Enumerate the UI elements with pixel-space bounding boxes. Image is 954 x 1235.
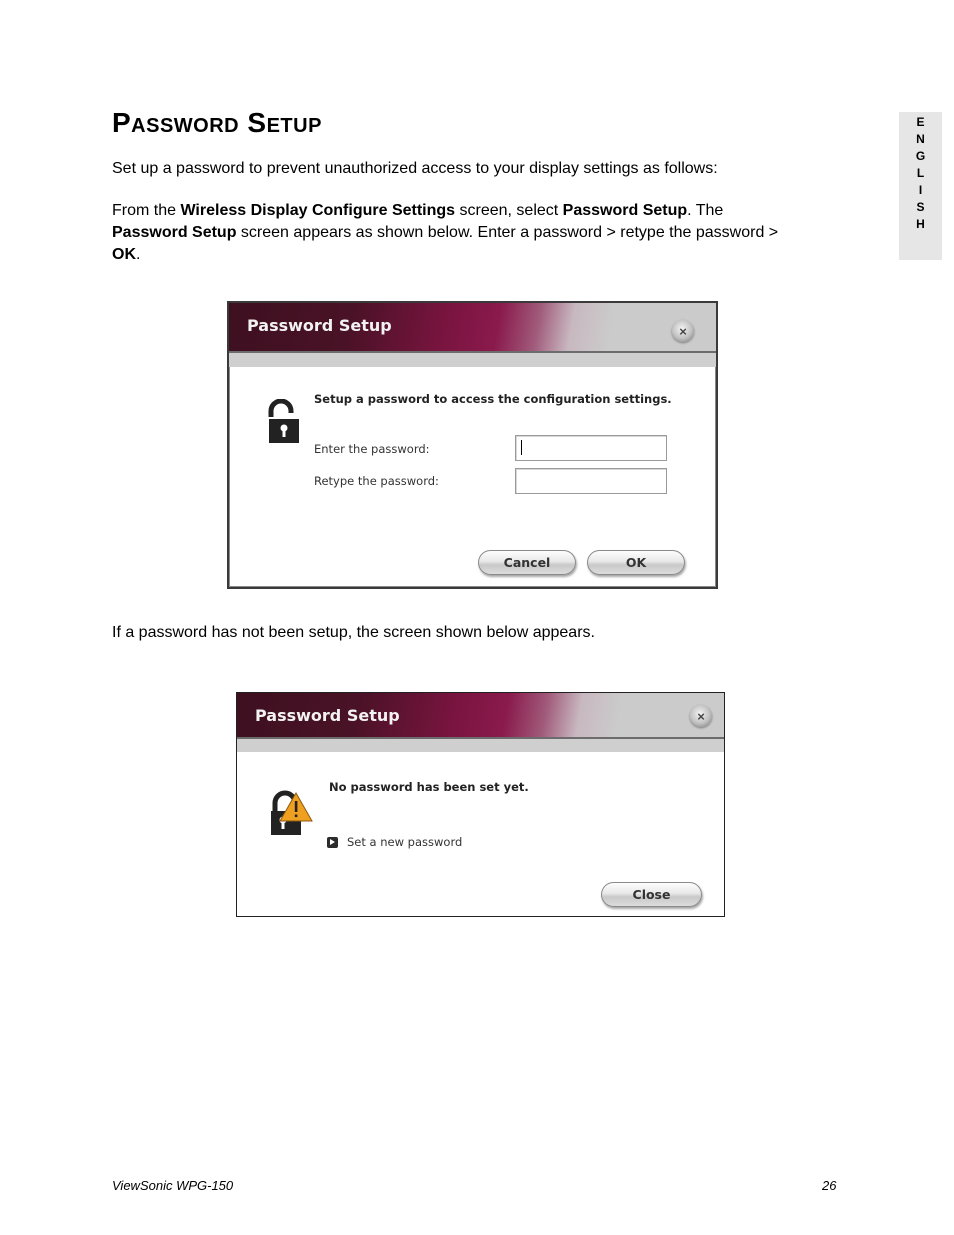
text: . <box>136 246 141 263</box>
bold-text: Wireless Display Configure Settings <box>180 202 456 219</box>
page-title: Password Setup <box>112 107 322 138</box>
text: From the <box>112 202 181 219</box>
text-caret <box>521 440 522 455</box>
dialog-title: Password Setup <box>247 316 392 335</box>
ok-button[interactable]: OK <box>587 550 685 575</box>
no-password-dialog: Password Setup × No password has been se… <box>236 692 725 917</box>
bold-text: Password Setup <box>112 224 237 241</box>
retype-password-label: Retype the password: <box>314 474 439 488</box>
close-button[interactable]: Close <box>601 882 702 907</box>
note-paragraph: If a password has not been setup, the sc… <box>112 624 595 641</box>
side-tab-letter: N <box>916 132 925 146</box>
padlock-warning-icon <box>271 790 313 835</box>
text: screen appears as shown below. Enter a p… <box>236 224 779 241</box>
side-tab-letter: H <box>916 217 925 231</box>
side-tab-letter: G <box>915 149 926 163</box>
language-side-tab: E N G L I S H <box>899 112 942 260</box>
footer-product: ViewSonic WPG-150 <box>112 1178 234 1193</box>
cancel-button[interactable]: Cancel <box>478 550 576 575</box>
dialog-heading: No password has been set yet. <box>329 780 529 794</box>
enter-password-label: Enter the password: <box>314 442 430 456</box>
side-tab-letter: E <box>916 115 925 129</box>
instructions-paragraph: From the Wireless Display Configure Sett… <box>112 200 842 266</box>
dialog-title: Password Setup <box>255 706 400 725</box>
dialog-subbar <box>237 739 724 752</box>
bold-text: Password Setup <box>562 202 688 219</box>
enter-password-field[interactable] <box>515 435 667 461</box>
unlocked-padlock-icon <box>268 399 299 443</box>
side-tab-letter: I <box>918 183 923 197</box>
password-setup-dialog: Password Setup × Setup a password to acc… <box>227 301 718 589</box>
link-label[interactable]: Set a new password <box>347 835 462 849</box>
text: . The <box>687 202 724 219</box>
page-number: 26 <box>822 1178 837 1193</box>
close-icon[interactable]: × <box>672 320 694 342</box>
close-icon[interactable]: × <box>690 705 712 727</box>
set-new-password-link[interactable]: Set a new password <box>327 835 462 849</box>
dialog-titlebar: Password Setup × <box>229 303 716 353</box>
retype-password-field[interactable] <box>515 468 667 494</box>
dialog-heading: Setup a password to access the configura… <box>314 392 672 406</box>
intro-paragraph: Set up a password to prevent unauthorize… <box>112 160 718 177</box>
side-tab-letter: S <box>916 200 925 214</box>
dialog-subbar <box>229 353 716 367</box>
dialog-titlebar: Password Setup × <box>237 693 724 739</box>
side-tab-letter: L <box>916 166 925 180</box>
bold-text: OK <box>112 246 136 263</box>
arrow-right-icon <box>327 836 338 848</box>
text: screen, select <box>455 202 563 219</box>
